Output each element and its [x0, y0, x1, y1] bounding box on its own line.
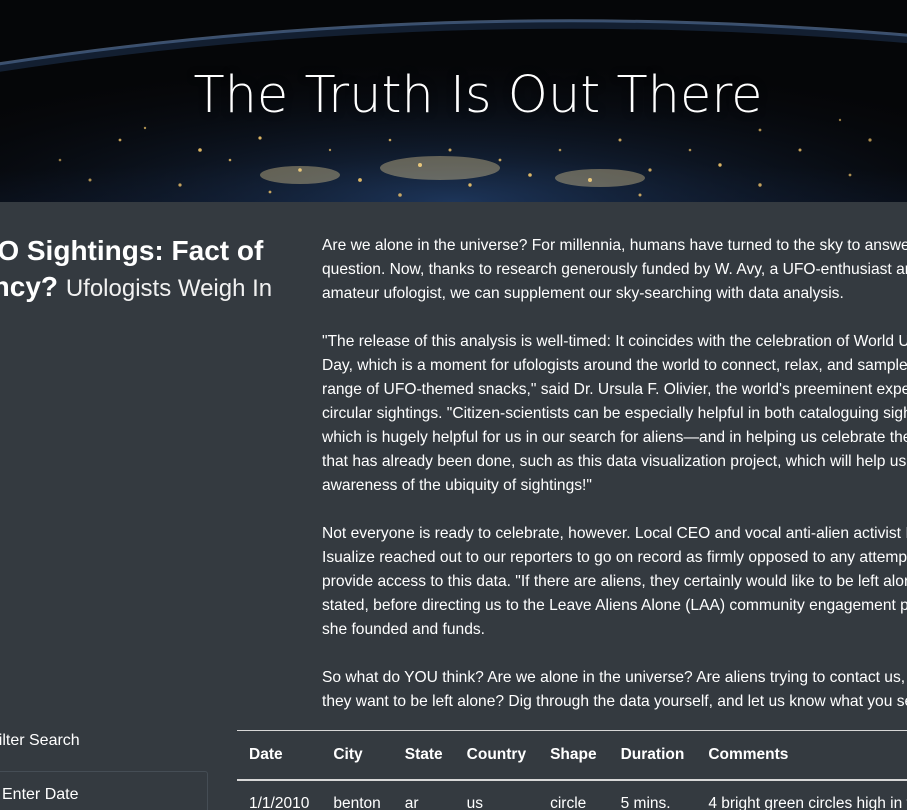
- column-header-city: City: [321, 730, 393, 781]
- article-line: circular sightings. "Citizen-scientists …: [322, 405, 907, 422]
- article-line: stated, before directing us to the Leave…: [322, 597, 907, 614]
- article-paragraph: So what do YOU think? Are we alone in th…: [322, 666, 907, 714]
- table-row: 1/1/2010 benton ar us circle 5 mins. 4 b…: [237, 780, 907, 810]
- page: The Truth Is Out There UFO Sightings: Fa…: [0, 0, 907, 810]
- cell-comments: 4 bright green circles high in the sky: [708, 795, 907, 810]
- cell-state: ar: [404, 795, 419, 810]
- cell-city: benton: [333, 795, 381, 810]
- article-line: Isualize reached out to our reporters to…: [322, 549, 907, 566]
- article-body: Are we alone in the universe? For millen…: [322, 234, 907, 738]
- article-line: Day, which is a moment for ufologists ar…: [322, 357, 907, 374]
- headline-subtitle: Ufologists Weigh In: [65, 275, 273, 302]
- cell-shape: circle: [550, 795, 587, 810]
- article-line: they want to be left alone? Dig through …: [322, 693, 907, 710]
- article-line: Not everyone is ready to celebrate, howe…: [322, 525, 907, 542]
- article-line: amateur ufologist, we can supplement our…: [322, 285, 844, 302]
- ufo-sightings-table: Date City State Country Shape Duration C…: [237, 730, 907, 810]
- article-paragraph: Are we alone in the universe? For millen…: [322, 234, 907, 306]
- article-line: awareness of the ubiquity of sightings!": [322, 477, 592, 494]
- hero-title: The Truth Is Out There: [193, 66, 763, 125]
- article-line: provide access to this data. "If there a…: [322, 573, 907, 590]
- table-header-row: Date City State Country Shape Duration C…: [237, 730, 907, 781]
- column-header-date: Date: [237, 730, 322, 781]
- cell-date: 1/1/2010: [249, 795, 310, 810]
- article-line: "The release of this analysis is well-ti…: [322, 333, 907, 350]
- headline-line1: UFO Sightings: Fact of: [0, 235, 264, 266]
- article-headline: UFO Sightings: Fact of Fancy? Ufologists…: [0, 233, 290, 307]
- column-header-state: State: [392, 730, 455, 781]
- headline-line2-bold: Fancy?: [0, 271, 59, 302]
- column-header-duration: Duration: [608, 730, 697, 781]
- article-paragraph: Not everyone is ready to celebrate, howe…: [322, 522, 907, 642]
- cell-country: us: [466, 795, 484, 810]
- column-header-country: Country: [454, 730, 539, 781]
- ufo-table-container: Date City State Country Shape Duration C…: [237, 730, 907, 810]
- article-line: So what do YOU think? Are we alone in th…: [322, 669, 907, 686]
- article-line: she founded and funds.: [322, 621, 486, 638]
- column-header-comments: Comments: [696, 730, 907, 781]
- date-filter-label: Enter Date: [2, 786, 79, 803]
- article-line: that has already been done, such as this…: [322, 453, 907, 470]
- hero-banner: The Truth Is Out There: [0, 0, 907, 202]
- article-line: question. Now, thanks to research genero…: [322, 261, 907, 278]
- article-line: Are we alone in the universe? For millen…: [322, 237, 907, 254]
- filter-search-heading: Filter Search: [0, 732, 80, 749]
- column-header-shape: Shape: [538, 730, 609, 781]
- article-line: which is hugely helpful for us in our se…: [322, 429, 907, 446]
- cell-duration: 5 mins.: [620, 795, 671, 810]
- article-line: range of UFO-themed snacks," said Dr. Ur…: [322, 381, 907, 398]
- article-paragraph: "The release of this analysis is well-ti…: [322, 330, 907, 498]
